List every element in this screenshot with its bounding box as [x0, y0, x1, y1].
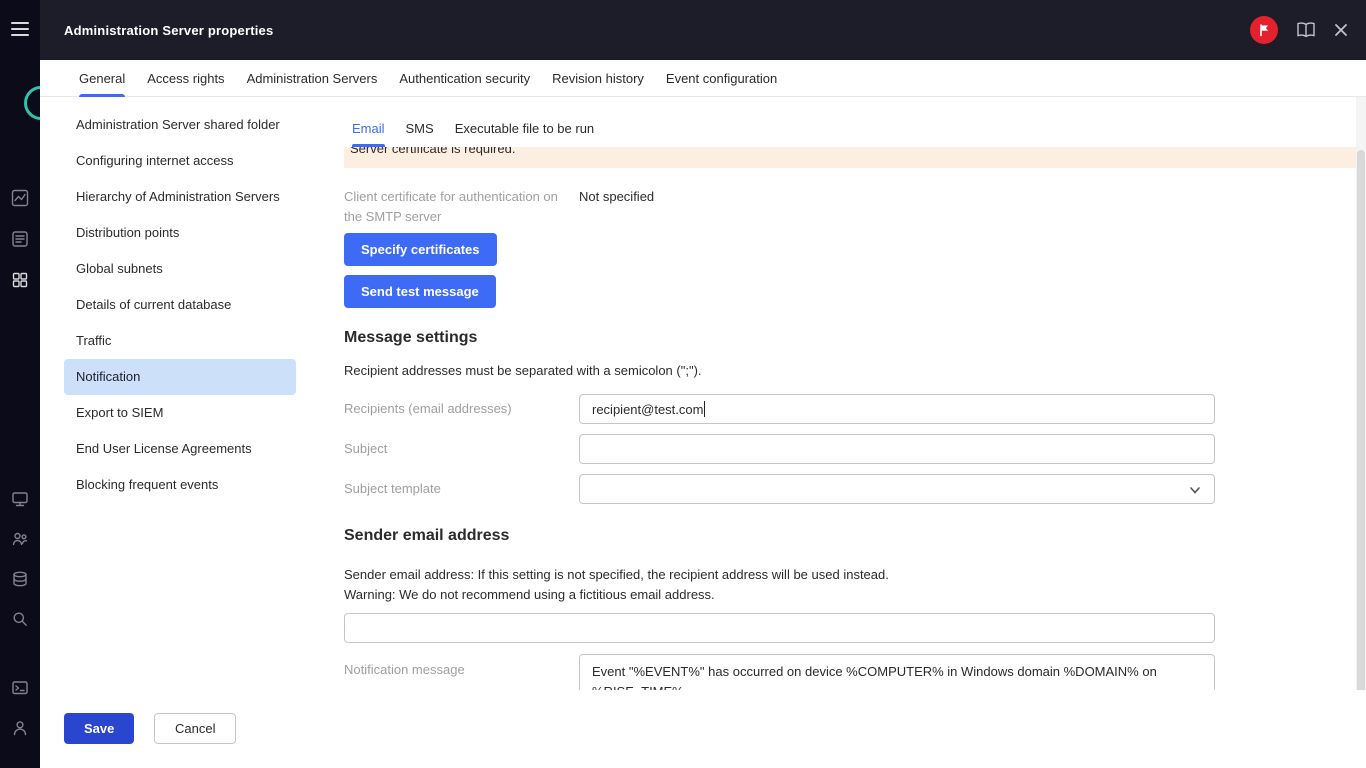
subject-input[interactable] — [579, 434, 1215, 464]
subtab-sms[interactable]: SMS — [406, 97, 434, 147]
storage-icon[interactable] — [11, 570, 29, 588]
notification-message-label: Notification message — [344, 660, 465, 680]
logo-ring — [24, 86, 40, 120]
nav-item-notification[interactable]: Notification — [64, 359, 296, 395]
subject-template-row: Subject template — [344, 474, 1356, 504]
subject-row: Subject — [344, 434, 1356, 464]
tab-authentication-security[interactable]: Authentication security — [399, 60, 530, 96]
subject-template-select[interactable] — [579, 474, 1215, 504]
notification-subtabs: Email SMS Executable file to be run — [344, 97, 1356, 147]
close-icon[interactable] — [1334, 23, 1348, 37]
help-guide-icon[interactable] — [1296, 22, 1316, 38]
console-icon[interactable] — [11, 679, 29, 697]
page-title: Administration Server properties — [64, 23, 273, 38]
subject-template-label: Subject template — [344, 474, 441, 504]
app-sidebar — [0, 0, 40, 768]
notification-settings-panel: Email SMS Executable file to be run Serv… — [344, 97, 1356, 768]
header-actions — [1250, 16, 1366, 44]
properties-tabbar: General Access rights Administration Ser… — [40, 60, 1366, 97]
reports-icon[interactable] — [11, 230, 29, 248]
nav-item-distribution-points[interactable]: Distribution points — [64, 215, 296, 251]
search-icon[interactable] — [11, 610, 29, 628]
recipients-label: Recipients (email addresses) — [344, 394, 512, 424]
account-icon[interactable] — [11, 719, 29, 737]
sender-warning: Warning: We do not recommend using a fic… — [344, 587, 715, 602]
subtab-executable[interactable]: Executable file to be run — [455, 97, 594, 147]
sender-email-heading: Sender email address — [344, 527, 509, 545]
monitoring-icon[interactable] — [11, 189, 29, 207]
dashboard-icon[interactable] — [11, 490, 29, 508]
sender-description: Sender email address: If this setting is… — [344, 567, 889, 582]
recipients-note: Recipient addresses must be separated wi… — [344, 363, 702, 378]
menu-icon[interactable] — [11, 22, 29, 40]
brand-flag-icon[interactable] — [1250, 16, 1278, 44]
chevron-down-icon — [1188, 483, 1202, 500]
cancel-button[interactable]: Cancel — [154, 713, 236, 744]
nav-item-export-siem[interactable]: Export to SIEM — [64, 395, 296, 431]
tab-event-configuration[interactable]: Event configuration — [666, 60, 777, 96]
client-certificate-label: Client certificate for authentication on… — [344, 187, 566, 227]
nav-item-eula[interactable]: End User License Agreements — [64, 431, 296, 467]
scrollbar[interactable] — [1357, 150, 1365, 695]
client-certificate-value: Not specified — [579, 189, 654, 204]
subtab-email[interactable]: Email — [352, 97, 385, 147]
sender-email-row — [344, 613, 1356, 643]
tab-revision-history[interactable]: Revision history — [552, 60, 644, 96]
dialog-footer: Save Cancel — [40, 690, 1366, 768]
nav-item-global-subnets[interactable]: Global subnets — [64, 251, 296, 287]
scrollbar-track[interactable] — [1356, 97, 1366, 768]
specify-certificates-button[interactable]: Specify certificates — [344, 233, 497, 266]
settings-nav: Administration Server shared folder Conf… — [40, 97, 344, 768]
save-button[interactable]: Save — [64, 713, 134, 744]
sender-email-input[interactable] — [344, 613, 1215, 643]
tab-general[interactable]: General — [79, 60, 125, 96]
send-test-message-button[interactable]: Send test message — [344, 275, 496, 308]
recipients-row: Recipients (email addresses) recipient@t… — [344, 394, 1356, 424]
window-header: Administration Server properties — [40, 0, 1366, 60]
message-settings-heading: Message settings — [344, 329, 477, 347]
subject-label: Subject — [344, 434, 387, 464]
client-certificate-row: Client certificate for authentication on… — [344, 187, 1356, 227]
nav-item-shared-folder[interactable]: Administration Server shared folder — [64, 107, 296, 143]
text-caret — [704, 401, 705, 417]
nav-item-database-details[interactable]: Details of current database — [64, 287, 296, 323]
nav-item-internet-access[interactable]: Configuring internet access — [64, 143, 296, 179]
users-icon[interactable] — [11, 530, 29, 548]
recipients-input[interactable]: recipient@test.com — [579, 394, 1215, 424]
recipients-value: recipient@test.com — [592, 402, 703, 417]
nav-item-hierarchy[interactable]: Hierarchy of Administration Servers — [64, 179, 296, 215]
devices-grid-icon[interactable] — [11, 271, 29, 289]
tab-access-rights[interactable]: Access rights — [147, 60, 224, 96]
nav-item-blocking-frequent-events[interactable]: Blocking frequent events — [64, 467, 296, 503]
nav-item-traffic[interactable]: Traffic — [64, 323, 296, 359]
tab-administration-servers[interactable]: Administration Servers — [247, 60, 378, 96]
